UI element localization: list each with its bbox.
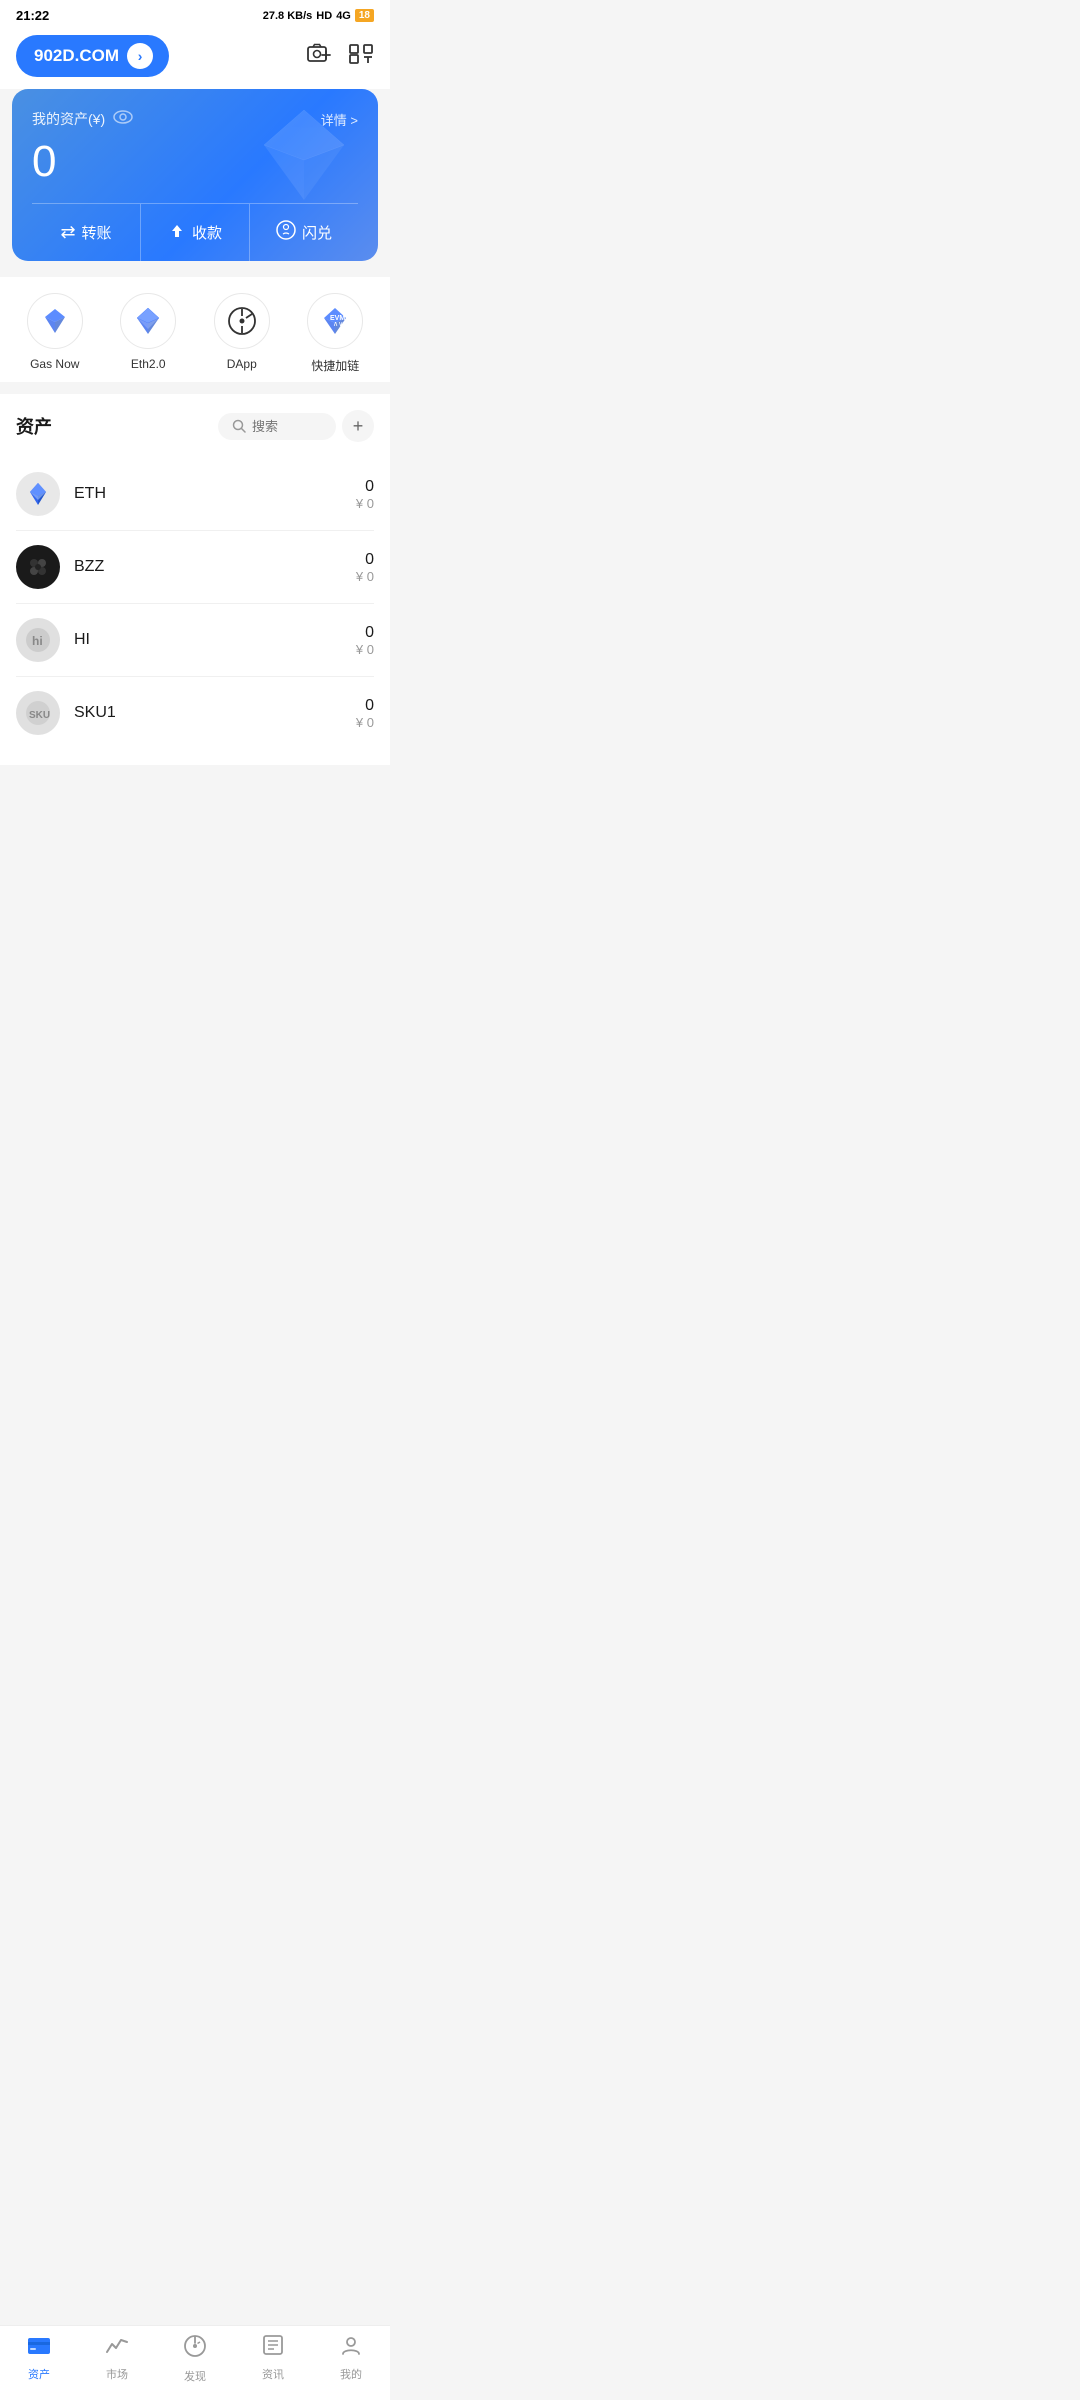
status-indicators: 27.8 KB/s HD 4G 18 — [263, 9, 374, 22]
hi-name: HI — [74, 631, 356, 649]
transfer-icon: ⇄ — [60, 222, 75, 243]
brand-button[interactable]: 902D.COM › — [16, 35, 169, 77]
swap-label: 闪兑 — [302, 222, 332, 243]
quick-item-eth2[interactable]: Eth2.0 — [120, 293, 176, 374]
asset-label-text: 我的资产(¥) — [32, 109, 105, 129]
assets-header: 资产 + — [16, 410, 374, 442]
receive-button[interactable]: 收款 — [141, 204, 250, 261]
eth-amount: 0 — [356, 478, 374, 496]
status-bar: 21:22 27.8 KB/s HD 4G 18 — [0, 0, 390, 27]
header-actions — [306, 41, 374, 71]
nav-discover[interactable]: 发现 — [156, 2334, 234, 2384]
nav-market[interactable]: 市场 — [78, 2334, 156, 2384]
hi-cny: ¥ 0 — [356, 642, 374, 657]
token-item-eth[interactable]: ETH 0 ¥ 0 — [16, 458, 374, 531]
quick-access: Gas Now Eth2.0 DApp — [0, 277, 390, 382]
add-chain-label: 快捷加链 — [311, 357, 359, 374]
swap-icon — [276, 220, 296, 245]
nav-profile-label: 我的 — [340, 2366, 362, 2382]
assets-title: 资产 — [16, 413, 52, 439]
nav-news-label: 资讯 — [262, 2366, 284, 2382]
asset-card: 我的资产(¥) 详情 > 0 ⇄ 转账 收款 — [12, 89, 378, 261]
details-link[interactable]: 详情 > — [321, 110, 358, 129]
hi-logo: hi — [16, 618, 60, 662]
status-time: 21:22 — [16, 8, 49, 23]
dapp-label: DApp — [227, 357, 257, 371]
header: 902D.COM › — [0, 27, 390, 89]
eth2-label: Eth2.0 — [131, 357, 166, 371]
nav-profile[interactable]: 我的 — [312, 2334, 390, 2384]
eye-icon[interactable] — [113, 110, 133, 129]
nav-assets[interactable]: 资产 — [0, 2334, 78, 2384]
battery-icon: 18 — [355, 9, 374, 22]
swap-button[interactable]: 闪兑 — [250, 204, 358, 261]
nav-discover-label: 发现 — [184, 2368, 206, 2384]
token-item-sku1[interactable]: SKU SKU1 0 ¥ 0 — [16, 677, 374, 749]
sku1-logo: SKU — [16, 691, 60, 735]
transfer-button[interactable]: ⇄ 转账 — [32, 204, 141, 261]
hd-badge: HD — [316, 10, 332, 22]
eth-logo — [16, 472, 60, 516]
bottom-nav: 资产 市场 发现 — [0, 2325, 390, 2400]
nav-news-icon — [262, 2334, 284, 2362]
nav-news[interactable]: 资讯 — [234, 2334, 312, 2384]
bzz-cny: ¥ 0 — [356, 569, 374, 584]
add-chain-icon-wrap: EVM ∧∨ — [307, 293, 363, 349]
asset-actions: ⇄ 转账 收款 闪兑 — [32, 203, 358, 261]
svg-text:hi: hi — [32, 634, 43, 648]
asset-label-wrap: 我的资产(¥) — [32, 109, 133, 129]
add-wallet-icon[interactable] — [306, 41, 332, 71]
brand-arrow: › — [127, 43, 153, 69]
scan-icon[interactable] — [348, 41, 374, 71]
nav-assets-label: 资产 — [28, 2366, 50, 2382]
dapp-icon-wrap — [214, 293, 270, 349]
bzz-balance: 0 ¥ 0 — [356, 551, 374, 584]
sku1-name: SKU1 — [74, 704, 356, 722]
eth-cny: ¥ 0 — [356, 496, 374, 511]
eth-balance: 0 ¥ 0 — [356, 478, 374, 511]
receive-label: 收款 — [192, 222, 222, 243]
nav-assets-icon — [27, 2334, 51, 2362]
nav-market-icon — [105, 2334, 129, 2362]
brand-name: 902D.COM — [34, 46, 119, 66]
add-asset-button[interactable]: + — [342, 410, 374, 442]
bzz-amount: 0 — [356, 551, 374, 569]
svg-text:∧∨: ∧∨ — [333, 321, 343, 328]
quick-item-add-chain[interactable]: EVM ∧∨ 快捷加链 — [307, 293, 363, 374]
search-input[interactable] — [252, 419, 322, 434]
sku1-cny: ¥ 0 — [356, 715, 374, 730]
eth2-icon-wrap — [120, 293, 176, 349]
token-list: ETH 0 ¥ 0 BZZ 0 ¥ 0 — [16, 458, 374, 749]
quick-item-dapp[interactable]: DApp — [214, 293, 270, 374]
quick-item-gas-now[interactable]: Gas Now — [27, 293, 83, 374]
arrow-right-icon: › — [138, 48, 143, 64]
nav-profile-icon — [340, 2334, 362, 2362]
gas-now-label: Gas Now — [30, 357, 79, 371]
token-item-hi[interactable]: hi HI 0 ¥ 0 — [16, 604, 374, 677]
svg-text:SKU: SKU — [29, 710, 50, 721]
eth-name: ETH — [74, 485, 356, 503]
assets-section: 资产 + ETH — [0, 394, 390, 765]
search-input-wrap — [218, 413, 336, 440]
network-speed: 27.8 KB/s — [263, 10, 313, 22]
hi-amount: 0 — [356, 624, 374, 642]
hi-balance: 0 ¥ 0 — [356, 624, 374, 657]
bzz-name: BZZ — [74, 558, 356, 576]
gas-now-icon-wrap — [27, 293, 83, 349]
search-icon — [232, 419, 246, 433]
bzz-logo — [16, 545, 60, 589]
search-bar: + — [218, 410, 374, 442]
nav-market-label: 市场 — [106, 2366, 128, 2382]
transfer-label: 转账 — [82, 222, 112, 243]
receive-icon — [168, 221, 186, 244]
token-item-bzz[interactable]: BZZ 0 ¥ 0 — [16, 531, 374, 604]
nav-discover-icon — [183, 2334, 207, 2364]
sku1-amount: 0 — [356, 697, 374, 715]
sku1-balance: 0 ¥ 0 — [356, 697, 374, 730]
signal-badge: 4G — [336, 10, 351, 22]
